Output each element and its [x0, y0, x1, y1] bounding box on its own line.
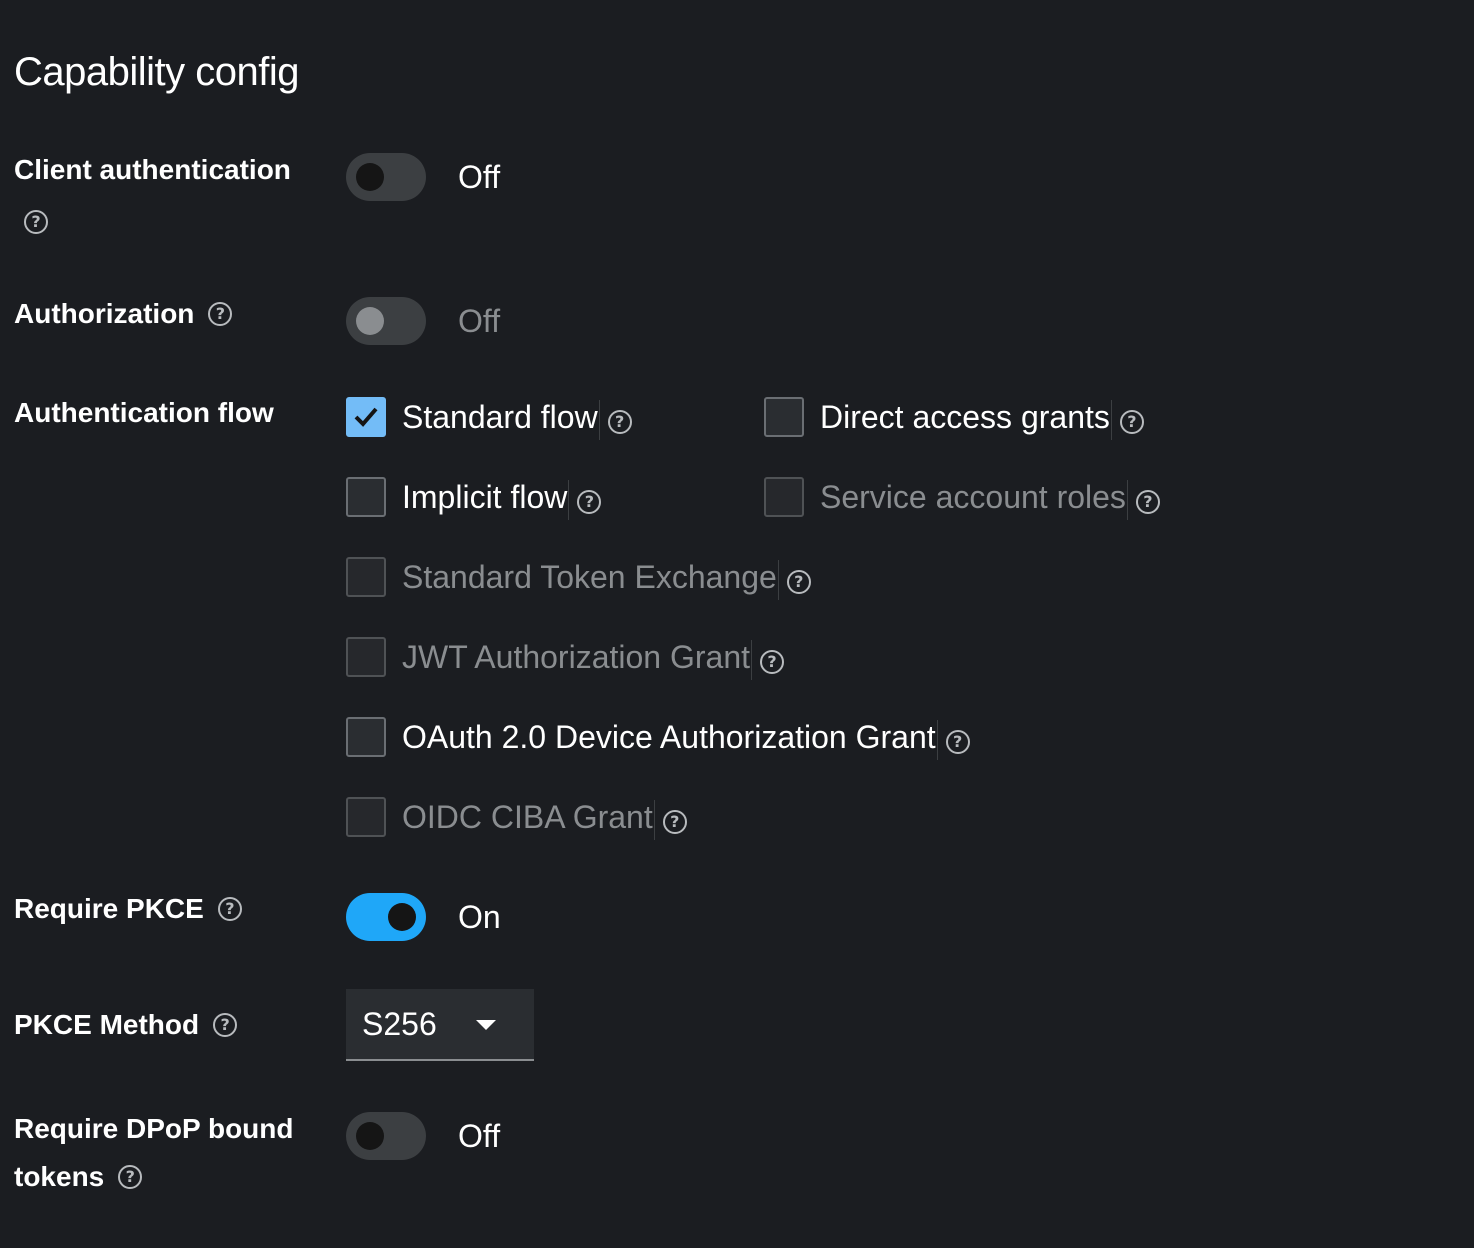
pkce-method-select[interactable]: S256: [346, 989, 534, 1061]
client-authentication-help-icon[interactable]: ?: [24, 210, 48, 234]
client-authentication-label: Client authentication: [14, 154, 291, 185]
pkce-method-label: PKCE Method?: [14, 1001, 238, 1049]
implicit-flow-help-icon[interactable]: ?: [577, 489, 602, 514]
authorization-state: Off: [458, 303, 501, 339]
require-dpop-switch[interactable]: [346, 1112, 426, 1160]
require-dpop-label-line2: tokens?: [14, 1153, 143, 1201]
switch-knob: [356, 307, 384, 335]
caret-down-icon: [476, 1020, 496, 1030]
service-account-roles-help-icon[interactable]: ?: [1135, 489, 1160, 514]
require-pkce-help-icon[interactable]: ?: [217, 896, 242, 921]
checkmark-icon: [354, 407, 378, 427]
standard-flow-option: Standard flow?: [402, 395, 632, 440]
oidc-ciba-grant-checkbox[interactable]: [346, 797, 386, 837]
require-dpop-label-line1: Require DPoP bound: [14, 1113, 294, 1144]
implicit-flow-checkbox[interactable]: [346, 477, 386, 517]
authorization-switch[interactable]: [346, 297, 426, 345]
require-pkce-switch[interactable]: [346, 893, 426, 941]
require-dpop-state: Off: [458, 1118, 501, 1154]
oidc-ciba-grant-option: OIDC CIBA Grant?: [402, 795, 687, 840]
authorization-label: Authorization?: [14, 290, 233, 338]
implicit-flow-option: Implicit flow?: [402, 475, 602, 520]
oauth-device-grant-help-icon[interactable]: ?: [945, 729, 970, 754]
client-authentication-state: Off: [458, 159, 501, 195]
require-pkce-label: Require PKCE?: [14, 885, 242, 933]
standard-flow-help-icon[interactable]: ?: [607, 409, 632, 434]
direct-access-grants-checkbox[interactable]: [764, 397, 804, 437]
require-dpop-help-icon[interactable]: ?: [118, 1164, 143, 1189]
pkce-method-value: S256: [362, 1006, 437, 1042]
client-authentication-switch[interactable]: [346, 153, 426, 201]
switch-knob: [388, 903, 416, 931]
authentication-flow-label: Authentication flow: [14, 397, 274, 428]
direct-access-grants-option: Direct access grants?: [820, 395, 1144, 440]
oidc-ciba-grant-help-icon[interactable]: ?: [662, 809, 687, 834]
jwt-authorization-grant-help-icon[interactable]: ?: [760, 649, 784, 674]
page-title: Capability config: [14, 50, 300, 94]
require-pkce-state: On: [458, 899, 501, 935]
direct-access-grants-help-icon[interactable]: ?: [1119, 409, 1144, 434]
standard-flow-checkbox[interactable]: [346, 397, 386, 437]
service-account-roles-checkbox[interactable]: [764, 477, 804, 517]
standard-token-exchange-option: Standard Token Exchange?: [402, 555, 811, 600]
oauth-device-grant-option: OAuth 2.0 Device Authorization Grant?: [402, 715, 970, 760]
oauth-device-grant-checkbox[interactable]: [346, 717, 386, 757]
pkce-method-help-icon[interactable]: ?: [213, 1012, 238, 1037]
jwt-authorization-grant-option: JWT Authorization Grant?: [402, 635, 784, 680]
switch-knob: [356, 1122, 384, 1150]
switch-knob: [356, 163, 384, 191]
standard-token-exchange-checkbox[interactable]: [346, 557, 386, 597]
standard-token-exchange-help-icon[interactable]: ?: [786, 569, 811, 594]
authorization-help-icon[interactable]: ?: [208, 301, 233, 326]
jwt-authorization-grant-checkbox[interactable]: [346, 637, 386, 677]
service-account-roles-option: Service account roles?: [820, 475, 1160, 520]
